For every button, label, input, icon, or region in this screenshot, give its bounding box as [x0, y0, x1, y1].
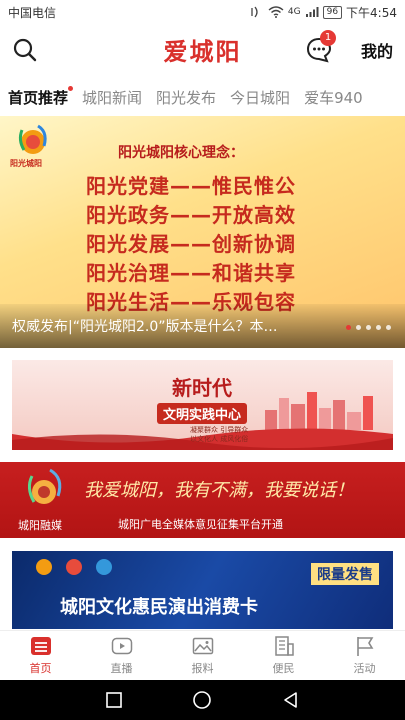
app-title: 爱城阳 [163, 36, 242, 66]
partner-logo-icon [66, 559, 82, 575]
motto-line: 凝聚群众 引导群众 [190, 426, 249, 434]
signal-icon [305, 7, 319, 17]
tab-new-dot [68, 85, 74, 91]
civilization-center-banner[interactable]: 新时代 文明实践中心 凝聚群众 引导群众 以文化人 成风化俗 [12, 360, 393, 450]
tab-today-chengyang[interactable]: 今日城阳 [230, 87, 290, 108]
chengyang-media-logo [27, 468, 62, 504]
live-icon [111, 637, 132, 655]
slogan-line: 阳光治理——和谐共享 [86, 261, 296, 285]
sunshine-chengyang-logo [18, 124, 47, 154]
nav-label: 首页 [29, 662, 52, 675]
banner1-motto: 凝聚群众 引导群众 以文化人 成风化俗 [190, 426, 248, 444]
message-badge: 1 [320, 30, 336, 46]
tab-recommend[interactable]: 首页推荐 [8, 85, 74, 108]
slogan-line: 阳光党建——惟民惟公 [86, 174, 296, 198]
hero-title: 阳光城阳核心理念： [118, 145, 244, 161]
partner-logo-icon [96, 559, 112, 575]
banner1-subtitle: 文明实践中心 [157, 403, 248, 424]
nav-label: 直播 [110, 662, 133, 675]
carrier-label: 中国电信 [8, 5, 57, 20]
partner-logos [36, 559, 112, 575]
carousel-dot-active [346, 325, 351, 330]
motto-line: 以文化人 成风化俗 [190, 435, 249, 443]
wifi-icon [268, 6, 284, 18]
system-nav-bar [0, 680, 405, 720]
limited-sale-badge: 限量发售 [311, 563, 379, 585]
banner1-title: 新时代 [172, 376, 232, 400]
tab-car-940[interactable]: 爱车940 [304, 87, 363, 108]
nfc-icon [251, 6, 258, 18]
status-indicators: 4G 96 下午4:54 [250, 4, 397, 21]
carousel-dot [366, 325, 371, 330]
back-icon[interactable] [282, 691, 300, 709]
banner3-title: 城阳文化惠民演出消费卡 [60, 597, 258, 618]
channel-tabs: 首页推荐 城阳新闻 阳光发布 今日城阳 爱车940 [0, 82, 405, 112]
nav-live[interactable]: 直播 [81, 631, 162, 680]
carousel-indicators [346, 325, 391, 330]
hero-logo-text: 阳光城阳 [10, 159, 42, 168]
nav-activity[interactable]: 活动 [324, 631, 405, 680]
nav-label: 报料 [191, 662, 214, 675]
carousel-dot [386, 325, 391, 330]
culture-card-banner[interactable]: 限量发售 城阳文化惠民演出消费卡 [12, 551, 393, 629]
service-icon [274, 636, 294, 656]
nav-label: 便民 [272, 662, 295, 675]
tab-chengyang-news[interactable]: 城阳新闻 [82, 87, 142, 108]
tab-sunshine-release[interactable]: 阳光发布 [156, 87, 216, 108]
battery-indicator: 96 [322, 5, 343, 19]
hero-carousel[interactable]: 阳光城阳 阳光城阳核心理念： 阳光党建——惟民惟公 阳光政务——开放高效 阳光发… [0, 116, 405, 348]
banner2-subtitle: 城阳广电全媒体意见征集平台开通 [118, 518, 283, 531]
app-header: 爱城阳 1 我的 [0, 24, 405, 74]
banner2-title: 我爱城阳，我有不满，我要说话！ [84, 480, 354, 501]
status-bar: 中国电信 4G 96 下午4:54 [0, 0, 405, 24]
nav-home[interactable]: 首页 [0, 631, 81, 680]
home-circle-icon[interactable] [192, 690, 212, 710]
hero-slogan-list: 阳光党建——惟民惟公 阳光政务——开放高效 阳光发展——创新协调 阳光治理——和… [86, 172, 296, 317]
nav-service[interactable]: 便民 [243, 631, 324, 680]
search-icon[interactable] [12, 37, 38, 63]
hero-caption[interactable]: 权威发布|“阳光城阳2.0”版本是什么？本… [12, 316, 327, 336]
clock: 下午4:54 [346, 5, 397, 20]
network-label: 4G [287, 7, 301, 17]
nav-report[interactable]: 报料 [162, 631, 243, 680]
home-icon [30, 637, 51, 655]
carousel-dot [376, 325, 381, 330]
carousel-dot [356, 325, 361, 330]
flag-icon [356, 637, 373, 656]
mine-button[interactable]: 我的 [361, 38, 393, 62]
bottom-navigation: 首页 直播 报料 便民 活动 [0, 630, 405, 680]
partner-logo-icon [36, 559, 52, 575]
feedback-platform-banner[interactable]: 城阳融媒 我爱城阳，我有不满，我要说话！ 城阳广电全媒体意见征集平台开通 [0, 462, 405, 538]
slogan-line: 阳光发展——创新协调 [86, 232, 296, 256]
report-icon [192, 637, 213, 655]
recents-icon[interactable] [105, 691, 123, 709]
nav-label: 活动 [353, 662, 376, 675]
tab-label: 首页推荐 [8, 88, 69, 107]
banner2-logo-text: 城阳融媒 [18, 519, 62, 532]
slogan-line: 阳光政务——开放高效 [86, 203, 296, 227]
